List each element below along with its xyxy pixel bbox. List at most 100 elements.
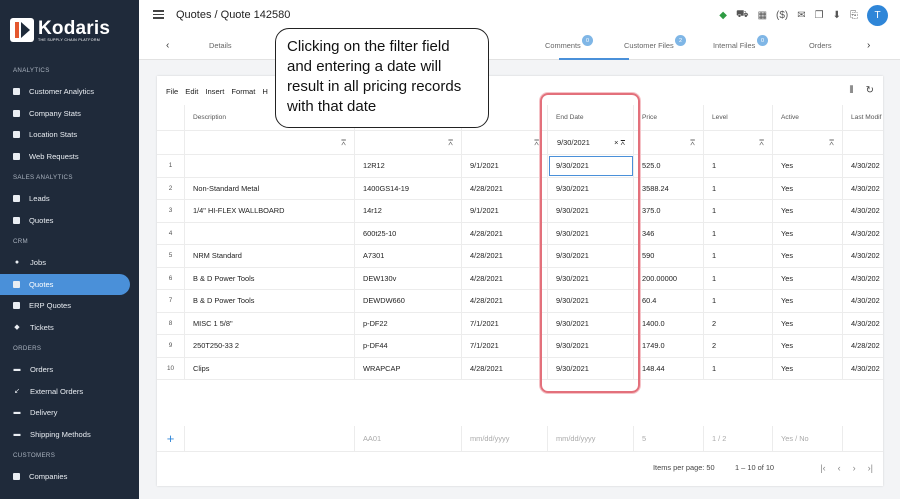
- dollar-icon[interactable]: ($): [776, 10, 788, 21]
- first-page-icon[interactable]: |‹: [820, 463, 825, 473]
- cell-item[interactable]: 1400GS14-19: [355, 177, 462, 199]
- cell-level[interactable]: 1: [704, 200, 773, 222]
- cell-level[interactable]: 1: [704, 245, 773, 267]
- copy-icon[interactable]: ❐: [815, 10, 824, 21]
- refresh-icon[interactable]: ↻: [866, 85, 874, 96]
- hamburger-menu-icon[interactable]: [153, 10, 164, 19]
- cell-active[interactable]: Yes: [773, 357, 843, 379]
- column-header[interactable]: Active: [773, 105, 843, 130]
- cell-level[interactable]: 1: [704, 155, 773, 177]
- menu-insert[interactable]: Insert: [205, 87, 224, 96]
- cell-price[interactable]: 590: [634, 245, 704, 267]
- cell-start[interactable]: 4/28/2021: [462, 290, 548, 312]
- cell-mod[interactable]: 4/30/202: [843, 178, 883, 200]
- cell-price[interactable]: 200.00000: [634, 267, 704, 289]
- add-row-button[interactable]: +: [157, 426, 185, 451]
- cell-price[interactable]: 3588.24: [634, 177, 704, 199]
- filter-icon[interactable]: ⩞: [341, 138, 346, 148]
- items-per-page[interactable]: Items per page: 50: [653, 463, 715, 472]
- cell-item[interactable]: p-DF22: [355, 312, 462, 334]
- cell-price[interactable]: 1400.0: [634, 312, 704, 334]
- cell-active[interactable]: Yes: [773, 245, 843, 267]
- cell-start[interactable]: 9/1/2021: [462, 155, 548, 177]
- column-header[interactable]: Level: [704, 105, 773, 130]
- filter-icon[interactable]: ⩞: [690, 138, 695, 148]
- table-row[interactable]: 6B & D Power Tools DEW130v 4/28/2021 9/30/2…: [157, 267, 883, 290]
- cell-price[interactable]: 1749.0: [634, 335, 704, 357]
- sidebar-item-company-stats[interactable]: Company Stats: [0, 103, 139, 125]
- cell-price[interactable]: 60.4: [634, 290, 704, 312]
- filter-icon[interactable]: ⩞: [534, 138, 539, 148]
- tab-orders[interactable]: Orders: [809, 41, 832, 50]
- new-desc-input[interactable]: [185, 426, 355, 451]
- logo[interactable]: Kodaris THE SUPPLY CHAIN PLATFORM: [0, 0, 139, 60]
- last-page-icon[interactable]: ›|: [868, 463, 873, 473]
- cell-desc[interactable]: 250T250-33 2: [185, 335, 355, 357]
- column-header[interactable]: Price: [634, 105, 704, 130]
- sidebar-item-location-stats[interactable]: Location Stats: [0, 124, 139, 146]
- sidebar-item-delivery[interactable]: ▬ Delivery: [0, 402, 139, 424]
- cell-desc[interactable]: NRM Standard: [185, 245, 355, 267]
- cell-active[interactable]: Yes: [773, 200, 843, 222]
- cell-item[interactable]: 600t25-10: [355, 222, 462, 244]
- cell-active[interactable]: Yes: [773, 335, 843, 357]
- avatar[interactable]: T: [867, 5, 888, 26]
- new-active-input[interactable]: Yes / No: [773, 426, 843, 451]
- new-mod-input[interactable]: [843, 426, 883, 451]
- cell-active[interactable]: Yes: [773, 177, 843, 199]
- cell-start[interactable]: 7/1/2021: [462, 335, 548, 357]
- cell-start[interactable]: 7/1/2021: [462, 312, 548, 334]
- filter-cell[interactable]: ⩞: [355, 131, 462, 154]
- new-start-input[interactable]: mm/dd/yyyy: [462, 426, 548, 451]
- tab-details[interactable]: Details: [209, 41, 232, 50]
- table-row[interactable]: 5 NRM Standard A7301 4/28/2021 9/30/2021 590 1…: [157, 245, 883, 268]
- sidebar-item-external-orders[interactable]: ↙ External Orders: [0, 381, 139, 403]
- sidebar-item-orders[interactable]: ▬ Orders: [0, 359, 139, 381]
- cell-price[interactable]: 525.0: [634, 155, 704, 177]
- calendar-icon[interactable]: ▦: [758, 10, 767, 21]
- sidebar-item-jobs[interactable]: ● Jobs: [0, 252, 139, 274]
- cell-mod[interactable]: 4/28/202: [843, 335, 883, 357]
- table-row[interactable]: 4 600t25-10 4/28/2021 9/30/2021 346 1 Yes 4/30/…: [157, 222, 883, 245]
- cell-desc[interactable]: B & D Power Tools: [185, 267, 355, 289]
- tab-internal-files[interactable]: Internal Files 0: [713, 35, 768, 50]
- sidebar-item-tickets[interactable]: ◆ Tickets: [0, 317, 139, 339]
- tab-customer-files[interactable]: Customer Files 2: [624, 35, 686, 50]
- cell-start[interactable]: 4/28/2021: [462, 222, 548, 244]
- table-row[interactable]: 9 250T250-33 2 p-DF44 7/1/2021 9/30/2021 1749…: [157, 335, 883, 358]
- attachment-icon[interactable]: ⎘: [850, 10, 858, 21]
- tab-comments[interactable]: Comments 0: [545, 35, 593, 50]
- cell-active[interactable]: Yes: [773, 267, 843, 289]
- cell-level[interactable]: 1: [704, 357, 773, 379]
- new-price-input[interactable]: 5: [634, 426, 704, 451]
- cell-item[interactable]: DEWDW660: [355, 290, 462, 312]
- prev-page-icon[interactable]: ‹: [838, 463, 841, 473]
- column-header[interactable]: Last Modif: [843, 105, 883, 130]
- filter-cell[interactable]: ⩞: [634, 131, 704, 154]
- cell-desc[interactable]: [185, 155, 355, 177]
- cell-mod[interactable]: 4/30/202: [843, 245, 883, 267]
- next-page-icon[interactable]: ›: [853, 463, 856, 473]
- cell-start[interactable]: 9/1/2021: [462, 200, 548, 222]
- cell-mod[interactable]: 4/30/202: [843, 223, 883, 245]
- new-level-input[interactable]: 1 / 2: [704, 426, 773, 451]
- table-row[interactable]: 10 Clips WRAPCAP 4/28/2021 9/30/2021 148.44 1 Y…: [157, 357, 883, 380]
- cell-mod[interactable]: 4/30/202: [843, 155, 883, 177]
- cell-level[interactable]: 2: [704, 312, 773, 334]
- sidebar-item-web-requests[interactable]: Web Requests: [0, 146, 139, 168]
- cell-level[interactable]: 1: [704, 222, 773, 244]
- filter-cell[interactable]: [843, 131, 883, 154]
- cell-level[interactable]: 1: [704, 267, 773, 289]
- truck-icon[interactable]: ⛟: [736, 9, 749, 22]
- menu-format[interactable]: Format: [231, 87, 255, 96]
- cell-item[interactable]: 14r12: [355, 200, 462, 222]
- download-file-icon[interactable]: ⬇: [833, 10, 841, 21]
- cell-item[interactable]: 12R12: [355, 155, 462, 177]
- sidebar-item-quotes[interactable]: Quotes: [0, 273, 130, 295]
- cell-start[interactable]: 4/28/2021: [462, 177, 548, 199]
- cell-price[interactable]: 148.44: [634, 357, 704, 379]
- cell-level[interactable]: 1: [704, 177, 773, 199]
- cell-mod[interactable]: 4/30/202: [843, 200, 883, 222]
- new-item-input[interactable]: AA01: [355, 426, 462, 451]
- cell-mod[interactable]: 4/30/202: [843, 268, 883, 290]
